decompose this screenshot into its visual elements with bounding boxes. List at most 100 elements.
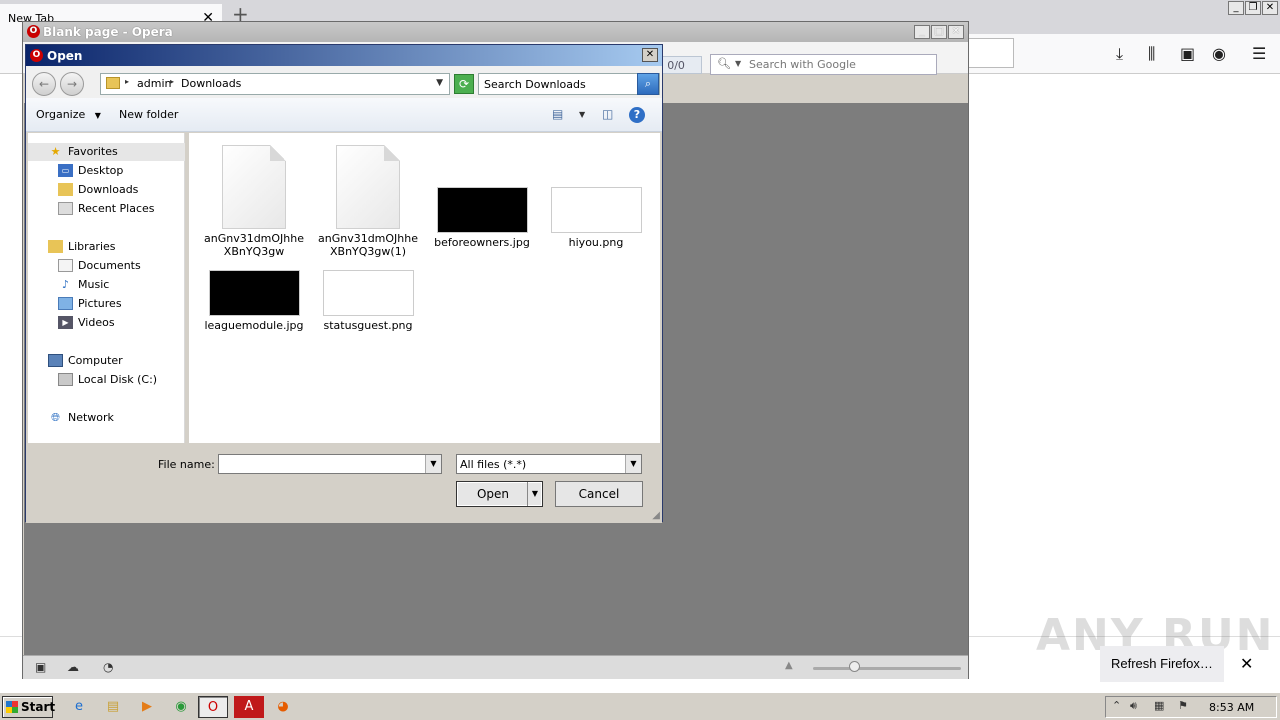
- file-item[interactable]: hiyou.png: [541, 187, 651, 249]
- opera-close-button[interactable]: ✕: [948, 25, 964, 39]
- open-options-chevron-icon[interactable]: ▼: [527, 482, 542, 506]
- opera-title-bar: O Blank page - Opera _ □ ✕: [23, 22, 968, 42]
- minimize-button[interactable]: _: [1228, 1, 1244, 15]
- network-tray-icon[interactable]: ▦: [1154, 699, 1164, 712]
- close-button[interactable]: ✕: [1262, 1, 1278, 15]
- zoom-slider[interactable]: [813, 667, 961, 670]
- start-button[interactable]: Start: [2, 696, 55, 718]
- chevron-right-icon[interactable]: ▸: [125, 77, 129, 86]
- volume-icon[interactable]: 🔊︎: [1130, 699, 1137, 713]
- file-item[interactable]: leaguemodule.jpg: [199, 270, 309, 332]
- file-name: beforeowners.jpg: [434, 236, 530, 249]
- file-item[interactable]: anGnv31dmOJhheXBnYQ3gw(1): [313, 145, 423, 258]
- opera-search-placeholder: Search with Google: [749, 58, 856, 71]
- disk-icon: [58, 373, 73, 386]
- chevron-down-icon: ▼: [94, 111, 101, 120]
- search-icon[interactable]: ⌕: [637, 73, 659, 95]
- downloads-folder-icon: [58, 183, 73, 196]
- action-center-flag-icon[interactable]: ⚑: [1178, 699, 1188, 712]
- windows-logo-icon: [6, 701, 18, 713]
- open-file-dialog: O Open ✕ ← → ▸ admin ▸ Downloads ▼ ⟳ Sea…: [25, 44, 663, 523]
- breadcrumb-downloads[interactable]: Downloads: [181, 77, 241, 90]
- organize-label: Organize: [36, 108, 86, 121]
- restore-button[interactable]: ❐: [1245, 1, 1261, 15]
- nav-network[interactable]: 🌐︎ Network: [48, 409, 114, 427]
- back-button[interactable]: ←: [32, 72, 56, 96]
- resize-grip-icon[interactable]: ◢: [652, 510, 660, 521]
- nav-downloads[interactable]: Downloads: [58, 181, 138, 199]
- image-thumbnail: [208, 270, 300, 316]
- media-player-icon[interactable]: ▶: [132, 696, 162, 718]
- breadcrumb-admin[interactable]: admin: [137, 77, 171, 90]
- zoom-up-icon[interactable]: ▲: [785, 660, 793, 671]
- preview-pane-icon[interactable]: ◫: [602, 107, 613, 121]
- refresh-icon[interactable]: ⟳: [454, 74, 474, 94]
- opera-logo-icon: O: [30, 49, 43, 62]
- speed-dial-icon[interactable]: ◔: [103, 660, 113, 674]
- organize-button[interactable]: Organize ▼: [36, 108, 101, 121]
- nav-label: Desktop: [78, 164, 124, 177]
- nav-favorites[interactable]: ★ Favorites: [28, 143, 185, 161]
- nav-documents[interactable]: Documents: [58, 257, 141, 275]
- notification-close-icon[interactable]: ✕: [1240, 654, 1253, 673]
- clock[interactable]: 8:53 AM: [1209, 701, 1254, 714]
- opera-icon[interactable]: O: [198, 696, 228, 718]
- view-icon[interactable]: ▤: [552, 107, 563, 121]
- acrobat-icon[interactable]: A: [234, 696, 264, 718]
- chevron-down-icon[interactable]: ▼: [425, 455, 441, 473]
- file-item[interactable]: anGnv31dmOJhheXBnYQ3gw: [199, 145, 309, 258]
- account-icon[interactable]: ◉: [1212, 44, 1226, 63]
- nav-local-disk[interactable]: Local Disk (C:): [58, 371, 157, 389]
- dialog-title: Open: [47, 49, 83, 63]
- explorer-icon[interactable]: ▤: [98, 696, 128, 718]
- nav-label: Network: [68, 411, 114, 424]
- chevron-down-icon[interactable]: ▼: [625, 455, 641, 473]
- opera-minimize-button[interactable]: _: [914, 25, 930, 39]
- nav-desktop[interactable]: ▭ Desktop: [58, 162, 123, 180]
- nav-label: Pictures: [78, 297, 122, 310]
- firefox-window-controls: _ ❐ ✕: [1228, 1, 1278, 15]
- file-name-input[interactable]: [218, 454, 442, 474]
- menu-icon[interactable]: ☰: [1252, 44, 1266, 63]
- file-type-select[interactable]: All files (*.*) ▼: [456, 454, 642, 474]
- opera-maximize-button[interactable]: □: [931, 25, 947, 39]
- download-icon[interactable]: ⤓: [1116, 44, 1123, 64]
- cloud-icon[interactable]: ☁: [67, 660, 79, 674]
- chevron-up-icon[interactable]: ⌃: [1112, 699, 1121, 712]
- open-button[interactable]: Open ▼: [456, 481, 543, 507]
- nav-music[interactable]: ♪ Music: [58, 276, 109, 294]
- url-bar-end[interactable]: [968, 38, 1014, 68]
- dialog-close-button[interactable]: ✕: [642, 48, 658, 62]
- nav-pictures[interactable]: Pictures: [58, 295, 122, 313]
- nav-videos[interactable]: ▶ Videos: [58, 314, 115, 332]
- reader-icon[interactable]: ▣: [1180, 44, 1195, 63]
- address-bar[interactable]: ▸ admin ▸ Downloads ▼: [100, 73, 450, 95]
- chevron-down-icon[interactable]: ▼: [579, 110, 585, 119]
- new-folder-button[interactable]: New folder: [119, 108, 178, 121]
- navigation-pane: ★ Favorites ▭ Desktop Downloads Recent P…: [28, 133, 185, 443]
- chevron-right-icon[interactable]: ▸: [170, 77, 174, 86]
- opera-search-field[interactable]: 🔍︎ ▼ Search with Google: [710, 54, 937, 75]
- panel-toggle-icon[interactable]: ▣: [35, 660, 46, 674]
- search-downloads-input[interactable]: Search Downloads ⌕: [478, 73, 660, 95]
- nav-libraries[interactable]: Libraries: [48, 238, 116, 256]
- chevron-down-icon[interactable]: ▼: [436, 78, 443, 88]
- firefox-icon[interactable]: ◕: [268, 696, 298, 718]
- cancel-button[interactable]: Cancel: [555, 481, 643, 507]
- chrome-icon[interactable]: ◉: [166, 696, 196, 718]
- nav-label: Videos: [78, 316, 115, 329]
- nav-computer[interactable]: Computer: [48, 352, 123, 370]
- forward-button[interactable]: →: [60, 72, 84, 96]
- videos-icon: ▶: [58, 316, 73, 329]
- nav-recent-places[interactable]: Recent Places: [58, 200, 155, 218]
- zoom-slider-handle[interactable]: [849, 661, 860, 672]
- refresh-firefox-button[interactable]: Refresh Firefox…: [1100, 646, 1224, 682]
- folder-icon: [106, 77, 120, 89]
- help-icon[interactable]: ?: [629, 107, 645, 123]
- file-item[interactable]: statusguest.png: [313, 270, 423, 332]
- search-engine-dropdown-icon[interactable]: ▼: [735, 59, 741, 68]
- ie-icon[interactable]: e: [64, 696, 94, 718]
- library-icon[interactable]: ⫼: [1148, 44, 1155, 64]
- computer-icon: [48, 354, 63, 367]
- file-item[interactable]: beforeowners.jpg: [427, 187, 537, 249]
